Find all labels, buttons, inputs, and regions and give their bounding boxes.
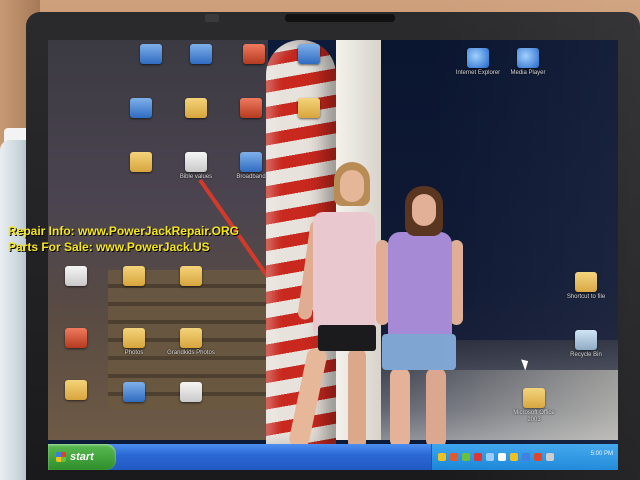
desktop-icon-label: Bible values (179, 174, 213, 180)
desktop-icon[interactable] (281, 44, 337, 66)
desktop-icon[interactable] (163, 382, 219, 404)
app-icon (190, 44, 212, 64)
folder-icon (65, 380, 87, 400)
desktop-icon-label: Grandkids Photos (167, 350, 215, 356)
tray-icon[interactable] (510, 453, 518, 461)
tray-icon[interactable] (462, 453, 470, 461)
desktop-icon-photos[interactable]: Photos (106, 328, 162, 357)
network-icon (240, 152, 262, 172)
desktop-icon[interactable] (168, 98, 224, 120)
desktop-icon[interactable] (163, 266, 219, 288)
windows-flag-icon (56, 452, 66, 462)
folder-icon (575, 272, 597, 292)
taskbar-clock[interactable]: 5:00 PM (591, 451, 613, 457)
desktop-icon-internet-explorer[interactable]: Internet Explorer (450, 48, 506, 77)
bezel-latch (205, 14, 219, 22)
girl2-leg (426, 368, 446, 448)
desktop-icon-shortcut[interactable]: Shortcut to file (558, 272, 614, 301)
tray-icon[interactable] (450, 453, 458, 461)
folder-icon (185, 98, 207, 118)
tray-icon[interactable] (498, 453, 506, 461)
desktop-icon[interactable] (48, 266, 104, 288)
desktop-icon-grandkids-photos[interactable]: Grandkids Photos (163, 328, 219, 357)
tray-icon[interactable] (486, 453, 494, 461)
desktop-icon[interactable] (106, 382, 162, 404)
folder-icon (123, 328, 145, 348)
tray-icon[interactable] (474, 453, 482, 461)
desktop-icon[interactable] (173, 44, 229, 66)
tray-icon[interactable] (522, 453, 530, 461)
desktop-icon-label: Recycle Bin (570, 352, 602, 358)
desktop-icon[interactable] (106, 266, 162, 288)
desktop-icon-label: Photos (124, 350, 144, 356)
desktop-icon-recycle-bin[interactable]: Recycle Bin (558, 330, 614, 359)
laptop-screen: Internet Explorer Media Player Shortcut … (48, 40, 618, 470)
watermark-repair-info: Repair Info: www.PowerJackRepair.ORG (8, 224, 239, 238)
folder-icon (180, 266, 202, 286)
app-icon (298, 44, 320, 64)
desktop-icon[interactable] (281, 98, 337, 120)
doc-icon (180, 382, 202, 402)
app-icon (140, 44, 162, 64)
desktop-icon-label: Internet Explorer (455, 70, 501, 76)
girl1-top (313, 212, 375, 332)
folder-icon (180, 328, 202, 348)
media-player-icon (517, 48, 539, 68)
doc-icon (65, 266, 87, 286)
girl2-shorts (382, 334, 456, 370)
bezel-notch (285, 14, 395, 22)
wallpaper-sunlight (378, 370, 618, 440)
watermark-parts-for-sale: Parts For Sale: www.PowerJack.US (8, 240, 210, 254)
app-icon (240, 98, 262, 118)
girl1-shorts (318, 325, 376, 351)
girl2-leg (390, 368, 410, 448)
girl1-face (340, 170, 364, 202)
desktop-icon[interactable] (113, 152, 169, 174)
desktop-icon-label: Microsoft Office 2003 (513, 410, 555, 423)
folder-icon (523, 388, 545, 408)
desktop-icon-label: Broadband (236, 174, 266, 180)
desktop-icon[interactable] (48, 328, 104, 350)
girl1-leg (348, 348, 366, 450)
desktop-icon-label: Shortcut to file (566, 294, 606, 300)
folder-icon (123, 266, 145, 286)
girl2-face (412, 194, 436, 226)
app-icon (130, 98, 152, 118)
folder-icon (130, 152, 152, 172)
ie-icon (467, 48, 489, 68)
app-icon (123, 382, 145, 402)
girl2-top (388, 232, 452, 340)
doc-icon (185, 152, 207, 172)
folder-icon (298, 98, 320, 118)
tray-icon[interactable] (534, 453, 542, 461)
desktop-icon[interactable] (113, 98, 169, 120)
app-icon (65, 328, 87, 348)
recycle-bin-icon (575, 330, 597, 350)
app-icon (243, 44, 265, 64)
start-label: start (70, 451, 94, 463)
desktop-icon-office[interactable]: Microsoft Office 2003 (506, 388, 562, 424)
desktop-icon[interactable] (226, 44, 282, 66)
volume-icon[interactable] (546, 453, 554, 461)
start-button[interactable]: start (48, 444, 116, 470)
desktop-icon-bible-values[interactable]: Bible values (168, 152, 224, 181)
desktop-icon[interactable] (48, 380, 104, 402)
desktop-icon[interactable] (123, 44, 179, 66)
tray-icon[interactable] (438, 453, 446, 461)
desktop-icon[interactable] (223, 98, 279, 120)
desktop-icon-label: Media Player (510, 70, 546, 76)
desktop-icon-media-player[interactable]: Media Player (500, 48, 556, 77)
desktop-icon-broadband[interactable]: Broadband (223, 152, 279, 181)
system-tray: 5:00 PM (431, 444, 618, 470)
